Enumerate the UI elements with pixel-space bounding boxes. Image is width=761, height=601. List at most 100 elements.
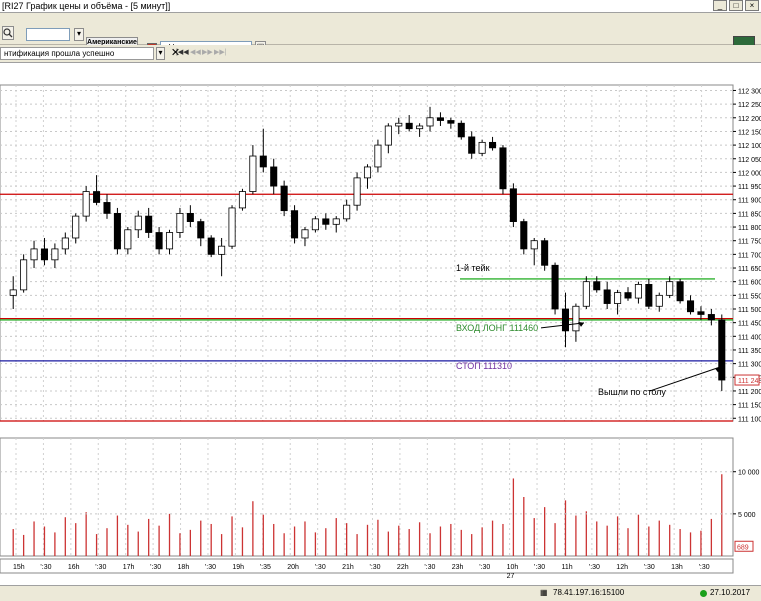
candle-up [20, 259, 28, 291]
candle-up [301, 229, 309, 239]
nav-first-button[interactable]: |◀◀ [176, 48, 189, 56]
annotation-text: ВХОД ЛОНГ 111460 [456, 323, 538, 333]
minimize-button[interactable]: _ [713, 0, 727, 11]
x-tick-label: 18h [178, 564, 190, 571]
candle-down [561, 308, 570, 332]
y-tick-label: 111 550 [738, 293, 761, 300]
y-tick-label: 112 150 [738, 129, 761, 136]
candle-down [593, 281, 601, 291]
y-tick-label: 111 200 [738, 389, 761, 396]
last-price-label: 111 240 [738, 378, 761, 385]
candle-up [124, 229, 132, 250]
volume-plot-area [0, 437, 734, 557]
candle-down [707, 314, 715, 321]
x-tick-label: 16h [68, 564, 80, 571]
window-titlebar: [RI27 График цены и объёма - [5 минут]] … [0, 0, 761, 13]
candle-down [489, 141, 497, 149]
candle-down [270, 166, 278, 187]
y-tick-label: 111 500 [738, 307, 761, 314]
close-button[interactable]: × [745, 0, 759, 11]
volume-tick-label: 5 000 [738, 512, 756, 519]
chevron-down-icon[interactable]: ▾ [156, 47, 165, 60]
candle-down [457, 122, 465, 138]
candle-down [186, 212, 194, 222]
candle-up [61, 237, 69, 250]
x-tick-label: ':30 [205, 564, 216, 571]
nav-next-button[interactable]: ▶▶ [202, 48, 213, 56]
y-tick-label: 111 800 [738, 225, 761, 232]
y-tick-label: 111 450 [738, 321, 761, 328]
x-tick-label: 20h [287, 564, 299, 571]
y-tick-label: 111 750 [738, 239, 761, 246]
candle-down [509, 188, 517, 222]
chart-panel: 112 300 112 250 112 200 112 150 112 100 112 0… [0, 63, 761, 600]
candle-up [343, 204, 351, 220]
maximize-button[interactable]: □ [729, 0, 743, 11]
price-chart[interactable]: 112 300 112 250 112 200 112 150 112 100 112 0… [0, 63, 761, 585]
candle-down [697, 311, 705, 315]
candle-up [134, 215, 142, 231]
candle-down [113, 212, 121, 250]
candle-down [291, 210, 299, 239]
candle-down [645, 284, 653, 307]
x-tick-label: ':30 [370, 564, 381, 571]
y-tick-label: 112 300 [738, 88, 761, 95]
nav-last-button[interactable]: ▶▶| [214, 48, 227, 56]
status-message: нтификация прошла успешно [0, 47, 154, 60]
y-tick-label: 111 600 [738, 280, 761, 287]
candle-down [155, 232, 163, 250]
x-tick-label: 21h [342, 564, 354, 571]
x-subtick-label: 27 [507, 573, 515, 580]
candle-up [176, 212, 184, 233]
candle-up [228, 207, 236, 247]
search-input[interactable] [26, 28, 70, 41]
candle-up [384, 125, 392, 146]
candle-up [332, 218, 340, 225]
status-date: 27.10.2017 [710, 588, 751, 597]
secondary-toolbar: нтификация прошла успешно ▾ ✕ |◀◀ ◀◀ ▶▶ … [0, 45, 761, 63]
candle-up [614, 292, 622, 304]
y-tick-label: 111 300 [738, 362, 761, 369]
candle-up [311, 218, 319, 231]
candle-down [93, 191, 101, 203]
x-tick-label: ':30 [95, 564, 106, 571]
y-tick-label: 112 250 [738, 102, 761, 109]
candle-down [541, 240, 549, 266]
y-tick-label: 111 950 [738, 184, 761, 191]
x-tick-label: ':30 [699, 564, 710, 571]
x-tick-label: ':30 [479, 564, 490, 571]
main-toolbar: ▾ Американские теперь в Qt <Не указано> … [0, 13, 761, 57]
candle-up [395, 122, 403, 127]
x-tick-label: ':30 [150, 564, 161, 571]
x-tick-label: 22h [397, 564, 409, 571]
x-tick-label: 23h [452, 564, 464, 571]
search-icon[interactable] [2, 26, 14, 40]
y-tick-label: 112 000 [738, 170, 761, 177]
x-tick-label: 11h [561, 564, 572, 571]
chevron-down-icon[interactable]: ▾ [74, 28, 84, 41]
y-tick-label: 112 200 [738, 116, 761, 123]
y-tick-label: 111 100 [738, 416, 761, 423]
volume-tick-label: 10 000 [738, 470, 760, 477]
candle-up [238, 191, 246, 209]
x-tick-label: ':30 [589, 564, 600, 571]
candle-down [322, 218, 330, 225]
candle-up [363, 166, 372, 179]
candle-up [165, 232, 174, 250]
nav-prev-button[interactable]: ◀◀ [190, 48, 201, 56]
candle-up [634, 284, 642, 299]
candle-down [259, 155, 267, 168]
network-icon: ▦ [540, 588, 548, 597]
x-tick-label: 13h [671, 564, 683, 571]
status-bar: ▦ 78.41.197.16:15100 27.10.2017 [0, 585, 761, 601]
candle-up [72, 215, 80, 239]
last-volume-label: 689 [737, 544, 749, 551]
x-tick-label: ':35 [260, 564, 271, 571]
candle-down [551, 264, 559, 310]
y-tick-label: 111 150 [738, 403, 761, 410]
candle-up [249, 155, 257, 192]
candle-up [426, 117, 434, 127]
candle-up [374, 144, 382, 168]
y-tick-label: 111 900 [738, 198, 761, 205]
price-plot-area [0, 84, 734, 422]
